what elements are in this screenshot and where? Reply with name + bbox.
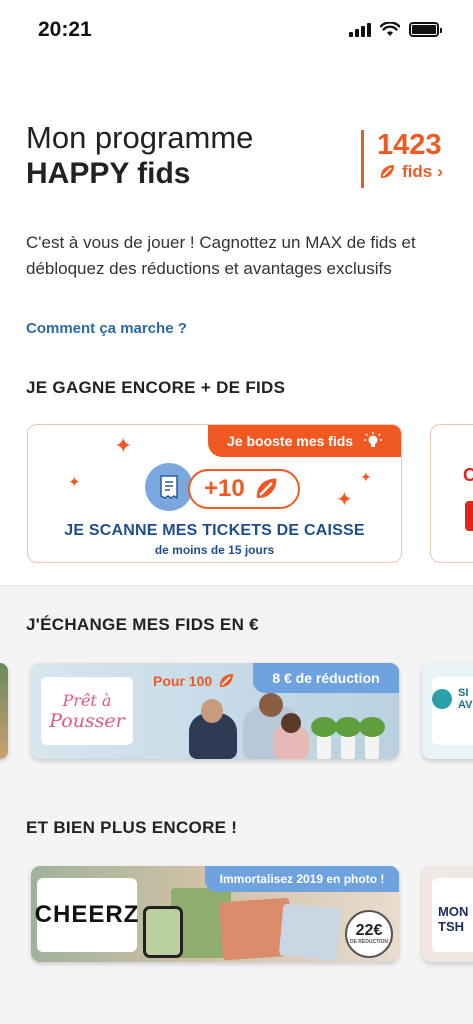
photo-print (278, 903, 342, 961)
discount-badge: 22€ DE RÉDUCTION (345, 910, 393, 958)
bonus-pill: +10 (188, 469, 300, 509)
program-description: C'est à vous de jouer ! Cagnottez un MAX… (26, 233, 416, 278)
leaf-icon (220, 674, 234, 687)
battery-icon (409, 22, 442, 37)
ticket-icon (145, 463, 193, 511)
phone-image (143, 906, 183, 958)
bulb-icon (364, 432, 383, 447)
next-card-image (465, 501, 473, 531)
scan-card-title: JE SCANNE MES TICKETS DE CAISSE (64, 522, 365, 539)
sparkle-icon: ✦ (336, 489, 353, 511)
sparkle-icon: ✦ (68, 474, 81, 491)
pret-a-pousser-offer-card[interactable]: Prêt à Pousser Pour 100 8 € de réduction (31, 663, 399, 759)
wifi-icon (380, 22, 400, 36)
offer-image (181, 693, 399, 759)
points-unit: fids (402, 162, 433, 181)
scan-receipts-card[interactable]: Je booste mes fids ✦ ✦ ✦ ✦ +10 JE SCANNE… (27, 424, 402, 563)
discount-label: DE RÉDUCTION (349, 939, 389, 945)
page-title-light: Mon programme (26, 120, 254, 155)
leaf-icon (380, 165, 394, 178)
program-header-section: Mon programme HAPPY fids 1423 fids › C'e… (0, 62, 473, 585)
offer-reward-tag: 8 € de réduction (253, 663, 399, 693)
status-time: 20:21 (38, 18, 92, 41)
page-title-bold: HAPPY fids (26, 157, 191, 190)
next-more-card[interactable]: MON TSH (422, 866, 473, 962)
status-bar: 20:21 (0, 0, 473, 62)
leaf-icon (256, 478, 277, 498)
next-card-letter: C (463, 465, 473, 487)
cheerz-tag: Immortalisez 2019 en photo ! (205, 866, 399, 892)
points-balance[interactable]: 1423 fids › (361, 130, 443, 188)
section-divider (0, 585, 473, 586)
previous-exchange-card[interactable] (0, 663, 8, 759)
pret-a-pousser-logo: Prêt à Pousser (41, 677, 133, 745)
more-section-title: ET BIEN PLUS ENCORE ! (26, 818, 238, 837)
signal-icon (349, 22, 371, 37)
sparkle-icon: ✦ (114, 433, 133, 458)
next-exchange-card[interactable]: SI AV (422, 663, 473, 759)
bonus-value: +10 (204, 475, 245, 502)
next-card-text: SI AV (458, 687, 473, 711)
next-earn-card[interactable]: C (430, 424, 473, 563)
sparkle-icon: ✦ (360, 469, 372, 485)
status-icons (349, 22, 442, 37)
discount-value: 22€ (355, 922, 383, 939)
cheerz-offer-card[interactable]: CHEERZ Immortalisez 2019 en photo ! 22€ … (31, 866, 399, 962)
brand-line-2: Pousser (49, 709, 125, 732)
brand-circle-icon (432, 689, 452, 709)
boost-tag: Je booste mes fids (208, 425, 401, 457)
points-link[interactable]: fids › (377, 162, 443, 182)
brand-line-1: Prêt à (62, 690, 112, 710)
offer-cost-label: Pour 100 (153, 673, 213, 689)
earn-section-title: JE GAGNE ENCORE + DE FIDS (26, 378, 286, 397)
exchange-section-title: J'ÉCHANGE MES FIDS EN € (26, 615, 259, 634)
offer-cost: Pour 100 (153, 671, 236, 691)
points-value: 1423 (377, 129, 442, 161)
boost-tag-label: Je booste mes fids (227, 433, 354, 449)
scan-card-subtitle: de moins de 15 jours (154, 543, 275, 557)
chevron-right-icon: › (437, 162, 443, 181)
next-card-text: MON TSH (438, 904, 469, 934)
how-it-works-link[interactable]: Comment ça marche ? (26, 320, 187, 337)
cheerz-logo: CHEERZ (35, 878, 138, 952)
